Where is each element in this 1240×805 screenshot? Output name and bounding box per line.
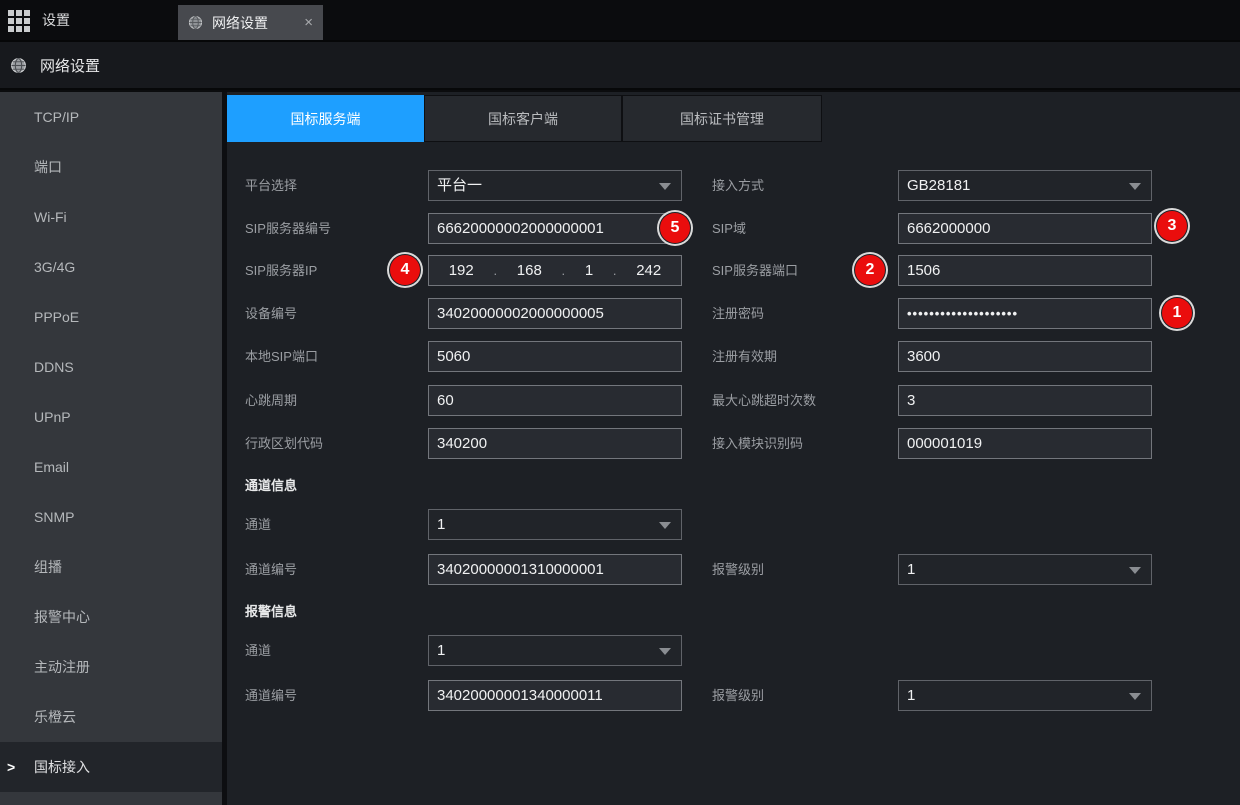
annotation-badge-3: 3 <box>1157 211 1187 241</box>
sip-server-id-label: SIP服务器编号 <box>245 213 331 244</box>
channel-id-label: 通道编号 <box>245 554 297 585</box>
local-sip-port-label: 本地SIP端口 <box>245 341 318 372</box>
tab-settings-home[interactable]: 设置 <box>42 0 70 40</box>
ip-separator: . <box>613 263 617 278</box>
tab-gb-server[interactable]: 国标服务端 <box>227 95 424 142</box>
annotation-badge-1: 1 <box>1162 298 1192 328</box>
admin-region-code-input[interactable] <box>428 428 682 459</box>
annotation-badge-4: 4 <box>390 255 420 285</box>
alarm-alarm-level-select[interactable]: 1 <box>898 680 1152 711</box>
app-window: 设置 网络设置 × 网络设置 TCP/IP 端口 Wi-Fi 3G/ <box>0 0 1240 805</box>
access-module-id-label: 接入模块识别码 <box>712 428 803 459</box>
platform-select[interactable]: 平台一 <box>428 170 682 201</box>
sidebar-item-gb-access[interactable]: > 国标接入 <box>0 742 222 792</box>
chevron-down-icon <box>659 183 671 190</box>
device-id-input[interactable] <box>428 298 682 329</box>
sidebar-item-label: 国标接入 <box>34 759 90 775</box>
chevron-right-icon: > <box>7 742 15 792</box>
max-heartbeat-timeout-input[interactable] <box>898 385 1152 416</box>
sidebar-item-upnp[interactable]: UPnP <box>0 392 222 442</box>
access-mode-select-value: GB28181 <box>907 177 970 194</box>
admin-region-code-label: 行政区划代码 <box>245 428 323 459</box>
ip-octet-4[interactable]: 242 <box>636 262 661 279</box>
alarm-info-section-title: 报警信息 <box>245 602 297 622</box>
sidebar-item-ddns[interactable]: DDNS <box>0 342 222 392</box>
channel-label: 通道 <box>245 509 271 540</box>
alarm-alarm-level-label: 报警级别 <box>712 680 764 711</box>
chevron-down-icon <box>1129 567 1141 574</box>
globe-icon <box>188 15 203 30</box>
globe-icon <box>10 57 27 74</box>
sidebar-item-snmp[interactable]: SNMP <box>0 492 222 542</box>
chevron-down-icon <box>1129 183 1141 190</box>
sidebar-item-lechange-cloud[interactable]: 乐橙云 <box>0 692 222 742</box>
access-mode-label: 接入方式 <box>712 170 764 201</box>
sidebar-item-tcpip[interactable]: TCP/IP <box>0 92 222 142</box>
alarm-level-select-value: 1 <box>907 561 915 578</box>
chevron-down-icon <box>1129 693 1141 700</box>
sidebar-item-3g4g[interactable]: 3G/4G <box>0 242 222 292</box>
alarm-level-label: 报警级别 <box>712 554 764 585</box>
ip-octet-2[interactable]: 168 <box>517 262 542 279</box>
heartbeat-period-label: 心跳周期 <box>245 385 297 416</box>
alarm-alarm-level-select-value: 1 <box>907 687 915 704</box>
top-tab-bar: 设置 网络设置 × <box>0 0 1240 40</box>
channel-select-value: 1 <box>437 516 445 533</box>
alarm-channel-select-value: 1 <box>437 642 445 659</box>
page-title: 网络设置 <box>40 55 100 76</box>
max-heartbeat-timeout-label: 最大心跳超时次数 <box>712 385 816 416</box>
tab-network-settings-label: 网络设置 <box>212 13 268 33</box>
chevron-down-icon <box>659 648 671 655</box>
sip-server-ip-label: SIP服务器IP <box>245 255 317 286</box>
close-tab-icon[interactable]: × <box>304 15 313 30</box>
alarm-level-select[interactable]: 1 <box>898 554 1152 585</box>
heartbeat-period-input[interactable] <box>428 385 682 416</box>
annotation-badge-5: 5 <box>660 213 690 243</box>
chevron-down-icon <box>659 522 671 529</box>
sidebar-item-wifi[interactable]: Wi-Fi <box>0 192 222 242</box>
page-header: 网络设置 <box>0 40 1240 90</box>
sidebar-item-auto-register[interactable]: 主动注册 <box>0 642 222 692</box>
register-validity-input[interactable] <box>898 341 1152 372</box>
ip-separator: . <box>493 263 497 278</box>
platform-select-value: 平台一 <box>437 177 482 194</box>
gb28181-settings-panel: 国标服务端 国标客户端 国标证书管理 平台选择 平台一 接入方式 GB28181… <box>227 92 1240 805</box>
channel-select[interactable]: 1 <box>428 509 682 540</box>
alarm-channel-select[interactable]: 1 <box>428 635 682 666</box>
device-id-label: 设备编号 <box>245 298 297 329</box>
ip-octet-3[interactable]: 1 <box>585 262 593 279</box>
tab-network-settings[interactable]: 网络设置 × <box>178 5 323 40</box>
access-module-id-input[interactable] <box>898 428 1152 459</box>
sidebar-item-port[interactable]: 端口 <box>0 142 222 192</box>
ip-octet-1[interactable]: 192 <box>449 262 474 279</box>
access-mode-select[interactable]: GB28181 <box>898 170 1152 201</box>
sidebar-item-pppoe[interactable]: PPPoE <box>0 292 222 342</box>
sip-domain-input[interactable] <box>898 213 1152 244</box>
channel-info-section-title: 通道信息 <box>245 476 297 496</box>
alarm-channel-id-label: 通道编号 <box>245 680 297 711</box>
sip-server-id-input[interactable] <box>428 213 682 244</box>
sidebar-item-email[interactable]: Email <box>0 442 222 492</box>
register-validity-label: 注册有效期 <box>712 341 777 372</box>
sidebar-nav: TCP/IP 端口 Wi-Fi 3G/4G PPPoE DDNS UPnP Em… <box>0 92 222 805</box>
ip-separator: . <box>562 263 566 278</box>
sidebar-item-alarm-center[interactable]: 报警中心 <box>0 592 222 642</box>
sip-server-ip-input[interactable]: 192 . 168 . 1 . 242 <box>428 255 682 286</box>
channel-id-input[interactable] <box>428 554 682 585</box>
tab-gb-cert-mgmt[interactable]: 国标证书管理 <box>622 95 822 142</box>
alarm-channel-id-input[interactable] <box>428 680 682 711</box>
register-password-input[interactable] <box>898 298 1152 329</box>
platform-label: 平台选择 <box>245 170 297 201</box>
local-sip-port-input[interactable] <box>428 341 682 372</box>
sip-server-port-label: SIP服务器端口 <box>712 255 798 286</box>
sip-domain-label: SIP域 <box>712 213 746 244</box>
sidebar-item-multicast[interactable]: 组播 <box>0 542 222 592</box>
app-launcher-grid-icon[interactable] <box>8 10 30 32</box>
alarm-channel-label: 通道 <box>245 635 271 666</box>
annotation-badge-2: 2 <box>855 255 885 285</box>
sip-server-port-input[interactable] <box>898 255 1152 286</box>
tab-gb-client[interactable]: 国标客户端 <box>424 95 622 142</box>
register-password-label: 注册密码 <box>712 298 764 329</box>
